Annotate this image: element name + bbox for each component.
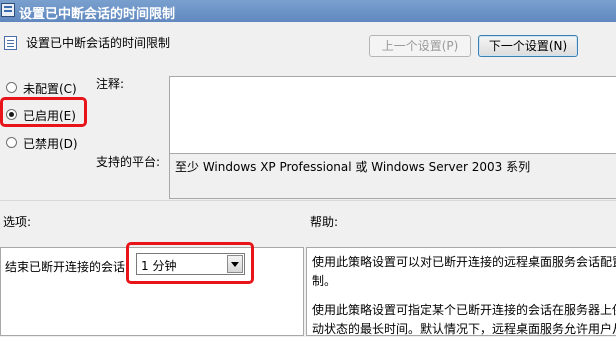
help-text-line: 动状态的最长时间。默认情况下，远程桌面服务允许用户从 bbox=[312, 322, 616, 336]
radio-disabled-label: 已禁用(D) bbox=[23, 137, 78, 151]
enabled-highlight-box bbox=[0, 97, 87, 127]
end-session-label: 结束已断开连接的会话 bbox=[5, 260, 126, 274]
help-label: 帮助: bbox=[310, 215, 339, 229]
radio-not-configured-circle[interactable] bbox=[6, 82, 17, 93]
help-text-line: 制。 bbox=[312, 274, 337, 288]
supported-platform-value: 至少 Windows XP Professional 或 Windows Ser… bbox=[169, 153, 616, 199]
next-setting-button[interactable]: 下一个设置(N) bbox=[478, 35, 578, 57]
window-title: 设置已中断会话的时间限制 bbox=[19, 7, 176, 22]
section-divider bbox=[0, 200, 616, 201]
policy-window-icon bbox=[1, 3, 15, 17]
help-text-line: 使用此策略设置可指定某个已断开连接的会话在服务器上保 bbox=[312, 303, 616, 317]
supported-platform-label: 支持的平台: bbox=[96, 155, 161, 169]
window-titlebar: 设置已中断会话的时间限制 bbox=[0, 0, 616, 22]
radio-not-configured-label: 未配置(C) bbox=[23, 82, 77, 96]
radio-disabled-circle[interactable] bbox=[6, 137, 17, 148]
policy-name: 设置已中断会话的时间限制 bbox=[26, 36, 171, 50]
select-highlight-box bbox=[126, 242, 254, 284]
comment-label: 注释: bbox=[96, 77, 125, 91]
options-label: 选项: bbox=[3, 215, 32, 229]
help-text-line: 使用此策略设置可以对已断开连接的远程桌面服务会话配置 bbox=[312, 255, 616, 269]
previous-setting-button[interactable]: 上一个设置(P) bbox=[369, 35, 471, 57]
policy-setting-icon bbox=[4, 36, 17, 50]
comment-textarea[interactable] bbox=[169, 76, 616, 162]
